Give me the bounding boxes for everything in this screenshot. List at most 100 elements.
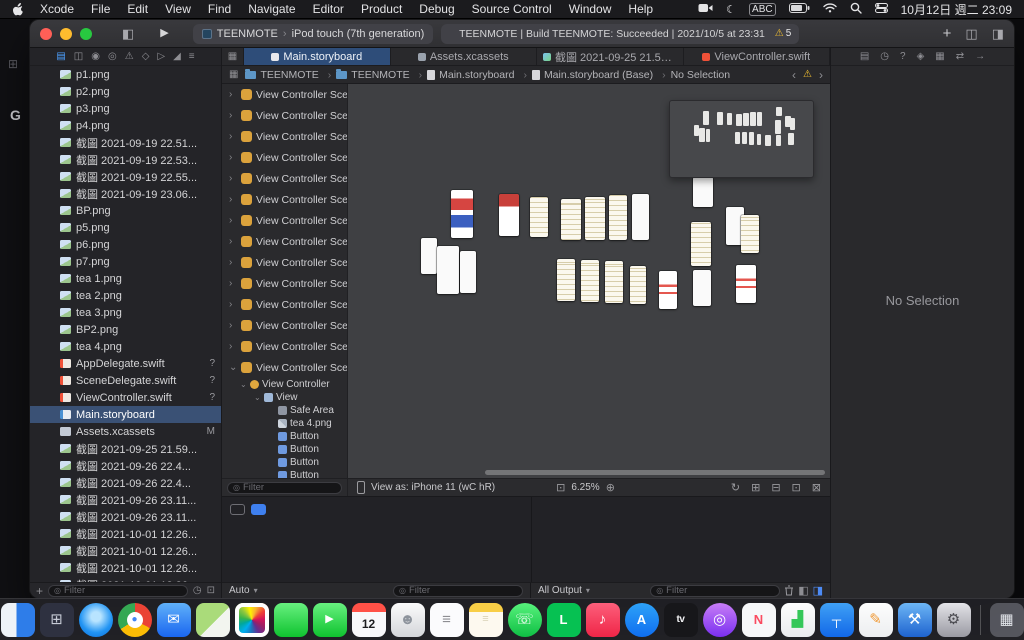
outline-item[interactable]: Safe Area	[222, 404, 347, 417]
disclosure-open-icon[interactable]: ⌄	[229, 362, 237, 373]
activity-viewer[interactable]: TEENMOTE | Build TEENMOTE: Succeeded | 2…	[441, 23, 800, 44]
scene-row[interactable]: › View Controller Sce...	[222, 147, 347, 168]
variables-filter-input[interactable]	[408, 585, 517, 596]
clear-console-icon[interactable]	[784, 585, 794, 596]
scene-row[interactable]: › View Controller Sce...	[222, 315, 347, 336]
console-scope-select[interactable]: All Output	[538, 585, 582, 596]
file-row[interactable]: 截圖 2021-09-19 22.51...	[30, 134, 221, 151]
recent-files-icon[interactable]: ◷	[193, 585, 202, 596]
file-row[interactable]: p7.png	[30, 253, 221, 270]
calendar-dock-icon[interactable]: 12	[351, 602, 386, 637]
related-items-icon[interactable]: ▦	[222, 48, 244, 65]
file-row[interactable]: SceneDelegate.swift ?	[30, 372, 221, 389]
add-constraints-icon[interactable]: ⊡	[792, 481, 801, 494]
outline-filter-input[interactable]	[242, 482, 336, 493]
console-filter[interactable]: ◎	[650, 584, 781, 597]
line-dock-icon[interactable]: L	[546, 602, 581, 637]
zoom-level[interactable]: 6.25%	[571, 482, 599, 493]
outline-item[interactable]: tea 4.png	[222, 417, 347, 430]
console-view-toggle-icon[interactable]	[251, 504, 266, 515]
disclosure-icon[interactable]: ›	[229, 215, 237, 226]
whatsapp-dock-icon[interactable]: ☏	[507, 602, 542, 637]
scene-row[interactable]: › View Controller Sce...	[222, 294, 347, 315]
wifi-icon[interactable]	[822, 2, 837, 16]
disclosure-icon[interactable]: ›	[229, 299, 237, 310]
history-inspector-icon[interactable]: ◷	[880, 51, 889, 62]
disclosure-icon[interactable]: ›	[229, 257, 237, 268]
file-row[interactable]: tea 2.png	[30, 287, 221, 304]
menu-item[interactable]: File	[91, 2, 110, 16]
library-button[interactable]: +	[943, 26, 952, 41]
breadcrumb-item[interactable]: TEENMOTE ›	[245, 68, 336, 81]
scene-row[interactable]: › View Controller Sce...	[222, 84, 347, 105]
identity-inspector-icon[interactable]: ◈	[917, 51, 925, 62]
issue-warning-icon[interactable]: ⚠	[803, 69, 812, 80]
console-filter-input[interactable]	[666, 585, 775, 596]
storyboard-scene[interactable]	[632, 194, 649, 240]
file-row[interactable]: BP2.png	[30, 321, 221, 338]
scene-row[interactable]: › View Controller Sce...	[222, 273, 347, 294]
editor-options-icon[interactable]: ◫	[965, 27, 977, 40]
editor-tab[interactable]: Main.storyboard	[244, 48, 391, 65]
keynote-dock-icon[interactable]: ┬	[819, 602, 854, 637]
menu-item[interactable]: Source Control	[472, 2, 552, 16]
outline-item[interactable]: ⌄ View Controller	[222, 378, 347, 391]
previous-issue-icon[interactable]: ‹	[792, 68, 796, 82]
file-row[interactable]: 截圖 2021-09-19 22.55...	[30, 168, 221, 185]
storyboard-scene[interactable]	[421, 238, 437, 274]
breadcrumb-item[interactable]: No Selection ›	[671, 69, 731, 81]
disclosure-icon[interactable]: ›	[229, 194, 237, 205]
canvas-minimap[interactable]	[669, 100, 814, 178]
finder-dock-icon[interactable]	[0, 602, 35, 637]
report-navigator-icon[interactable]: ≡	[189, 51, 195, 62]
storyboard-scene[interactable]	[736, 265, 756, 303]
scheme-selector[interactable]: TEENMOTE › iPod touch (7th generation)	[192, 23, 434, 44]
maps-dock-icon[interactable]	[195, 602, 230, 637]
menu-item[interactable]: View	[165, 2, 191, 16]
storyboard-scene[interactable]	[609, 195, 627, 240]
scene-row[interactable]: › View Controller Sce...	[222, 252, 347, 273]
navigator-filter-input[interactable]	[64, 585, 182, 596]
storyboard-canvas[interactable]	[348, 84, 830, 478]
disclosure-icon[interactable]: ›	[229, 341, 237, 352]
file-row[interactable]: p6.png	[30, 236, 221, 253]
file-row[interactable]: p1.png	[30, 66, 221, 83]
attributes-inspector-icon[interactable]: ▦	[935, 51, 944, 62]
photos-dock-icon[interactable]	[234, 602, 269, 637]
add-file-icon[interactable]: +	[36, 585, 43, 597]
file-row[interactable]: tea 4.png	[30, 338, 221, 355]
minimize-button[interactable]	[60, 27, 72, 40]
storyboard-scene[interactable]	[585, 197, 605, 240]
disclosure-icon[interactable]: ›	[229, 278, 237, 289]
file-row[interactable]: 截圖 2021-09-25 21.59...	[30, 440, 221, 457]
outline-filter[interactable]: ◎	[227, 481, 342, 494]
file-row[interactable]: 截圖 2021-10-01 12.26...	[30, 525, 221, 542]
outline-item[interactable]: Button	[222, 443, 347, 456]
file-row[interactable]: 截圖 2021-09-19 23.06...	[30, 185, 221, 202]
file-row[interactable]: 截圖 2021-09-26 22.4...	[30, 457, 221, 474]
breadcrumb-item[interactable]: Main.storyboard (Base) ›	[531, 69, 671, 81]
close-button[interactable]	[40, 27, 52, 40]
storyboard-scene[interactable]	[693, 270, 711, 306]
facetime-dock-icon[interactable]: ▶	[312, 602, 347, 637]
menu-item[interactable]: Editor	[313, 2, 344, 16]
reminders-dock-icon[interactable]: ≡	[429, 602, 464, 637]
scene-row-expanded[interactable]: ⌄ View Controller Sce...	[222, 357, 347, 378]
numbers-dock-icon[interactable]: ▟	[780, 602, 815, 637]
file-row[interactable]: Assets.xcassets M	[30, 423, 221, 440]
pages-dock-icon[interactable]: ✎	[858, 602, 893, 637]
menu-item[interactable]: Navigate	[248, 2, 295, 16]
storyboard-scene[interactable]	[693, 177, 713, 207]
messages-dock-icon[interactable]	[273, 602, 308, 637]
variables-scope-select[interactable]: Auto	[229, 585, 250, 596]
input-source-menu[interactable]: ABC	[749, 2, 776, 16]
storyboard-scene[interactable]	[460, 251, 476, 293]
menu-item[interactable]: Help	[628, 2, 653, 16]
xcode-dock-icon[interactable]: ⚒	[897, 602, 932, 637]
file-row[interactable]: BP.png	[30, 202, 221, 219]
source-control-navigator-icon[interactable]: ◫	[74, 51, 83, 62]
file-row[interactable]: 截圖 2021-09-26 22.4...	[30, 474, 221, 491]
editor-tab[interactable]: ViewController.swift	[684, 48, 830, 65]
disclosure-icon[interactable]: ⌄	[240, 380, 247, 389]
tv-dock-icon[interactable]: tv	[663, 602, 698, 637]
